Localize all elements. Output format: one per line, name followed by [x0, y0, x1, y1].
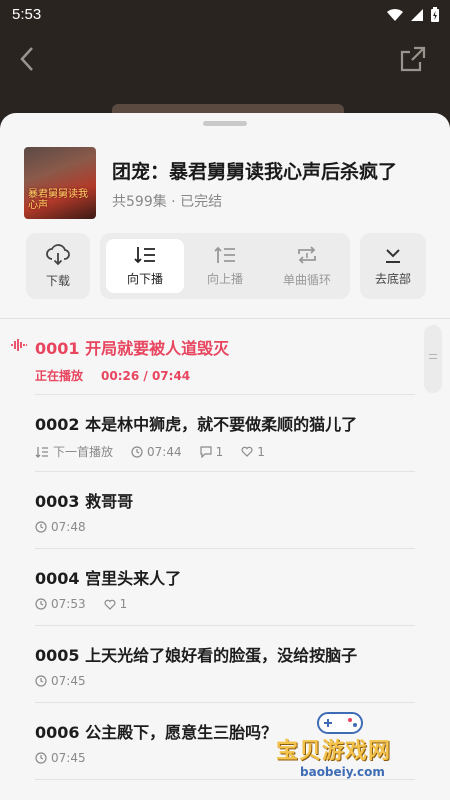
episode-duration: 07:53 [51, 597, 86, 611]
wifi-icon [387, 8, 403, 21]
repeat-one-icon [298, 245, 316, 264]
play-down-button[interactable]: 向下播 [106, 239, 184, 293]
sheet-handle[interactable] [203, 121, 247, 126]
chevron-left-icon [20, 47, 33, 71]
book-title: 团宠：暴君舅舅读我心声后杀疯了 [112, 161, 398, 183]
download-label: 下载 [45, 273, 70, 288]
episode-duration: 07:45 [51, 674, 86, 688]
share-button[interactable] [398, 44, 428, 74]
episode-title: 0005 上天光给了娘好看的脸蛋，没给按脑子 [35, 646, 358, 665]
episode-meta: 07:53 1 [35, 597, 127, 611]
clock-icon [35, 598, 47, 610]
watermark-name: 宝贝游戏网 [276, 739, 392, 764]
clock-icon [35, 521, 47, 533]
single-loop-label: 单曲循环 [282, 272, 331, 287]
episode-duration: 07:45 [51, 751, 86, 765]
book-header: 暴君舅舅读我心声 团宠：暴君舅舅读我心声后杀疯了 共599集 · 已完结 [24, 147, 434, 219]
grip-icon [429, 354, 437, 355]
cloud-download-icon [46, 243, 70, 265]
cover-title-art: 暴君舅舅读我心声 [28, 189, 88, 211]
clock-icon [131, 445, 143, 458]
site-watermark: 宝贝游戏网 baobeiy.com [270, 705, 445, 797]
episode-title: 0002 本是林中狮虎，就不要做柔顺的猫儿了 [35, 415, 358, 434]
top-nav [0, 32, 450, 88]
playing-wave-icon [11, 339, 27, 351]
battery-icon [431, 7, 439, 22]
episode-meta: 07:45 [35, 674, 86, 688]
episode-title: 0006 公主殿下，愿意生三胎吗？ [35, 723, 278, 742]
status-bar: 5:53 [0, 0, 450, 32]
episode-meta: 07:48 [35, 520, 86, 534]
episode-row-5[interactable]: 0005 上天光给了娘好看的脸蛋，没给按脑子 07:45 [35, 626, 415, 703]
episode-meta: 下一首播放 07:44 1 1 [35, 443, 265, 460]
episode-meta: 07:45 [35, 751, 86, 765]
watermark-url: baobeiy.com [300, 765, 385, 779]
clock-icon [35, 675, 47, 687]
episode-meta: 正在播放 00:26 / 07:44 [35, 367, 190, 384]
episode-row-2[interactable]: 0002 本是林中狮虎，就不要做柔顺的猫儿了 下一首播放 07:44 1 1 [35, 395, 415, 472]
fast-scroll-thumb[interactable] [424, 325, 442, 393]
to-bottom-button[interactable]: 去底部 [360, 233, 426, 299]
episode-row-1[interactable]: 0001 开局就要被人道毁灭 正在播放 00:26 / 07:44 [35, 323, 415, 395]
comment-icon [200, 445, 212, 458]
share-icon [400, 46, 426, 72]
next-play-icon [35, 446, 48, 458]
single-loop-button[interactable]: 单曲循环 [266, 233, 348, 299]
back-button[interactable] [14, 44, 42, 74]
episode-row-4[interactable]: 0004 宫里头来人了 07:53 1 [35, 549, 415, 626]
episode-duration: 07:44 [147, 444, 182, 459]
download-button[interactable]: 下载 [26, 233, 90, 299]
like-count: 1 [257, 444, 265, 459]
heart-icon [241, 446, 253, 457]
play-up-label: 向上播 [206, 271, 243, 286]
play-up-button[interactable]: 向上播 [188, 233, 262, 299]
comment-count: 1 [215, 444, 224, 459]
playback-controls: 下载 向下播 向上播 单曲循环 去底部 [26, 233, 426, 299]
episode-title: 0004 宫里头来人了 [35, 569, 182, 588]
playing-status: 正在播放 [35, 369, 84, 383]
play-down-label: 向下播 [126, 271, 163, 286]
to-bottom-label: 去底部 [374, 271, 411, 286]
episode-sheet: 暴君舅舅读我心声 团宠：暴君舅舅读我心声后杀疯了 共599集 · 已完结 下载 … [0, 113, 450, 800]
episode-title: 0001 开局就要被人道毁灭 [35, 339, 230, 358]
signal-icon [411, 9, 423, 21]
book-meta: 共599集 · 已完结 [112, 194, 223, 210]
playing-progress: 00:26 / 07:44 [101, 368, 191, 383]
heart-icon [104, 599, 116, 610]
status-icons [386, 7, 440, 23]
episode-duration: 07:48 [51, 520, 86, 534]
arrow-to-bottom-icon [386, 248, 400, 263]
like-count: 1 [119, 597, 128, 611]
episode-title: 0003 救哥哥 [35, 492, 134, 511]
next-play-label: 下一首播放 [53, 445, 114, 459]
book-cover: 暴君舅舅读我心声 [24, 147, 96, 219]
status-time: 5:53 [12, 6, 42, 23]
sort-up-icon [214, 246, 235, 263]
sort-down-icon [134, 246, 155, 263]
list-divider [0, 318, 450, 319]
episode-row-3[interactable]: 0003 救哥哥 07:48 [35, 472, 415, 549]
clock-icon [35, 752, 47, 764]
